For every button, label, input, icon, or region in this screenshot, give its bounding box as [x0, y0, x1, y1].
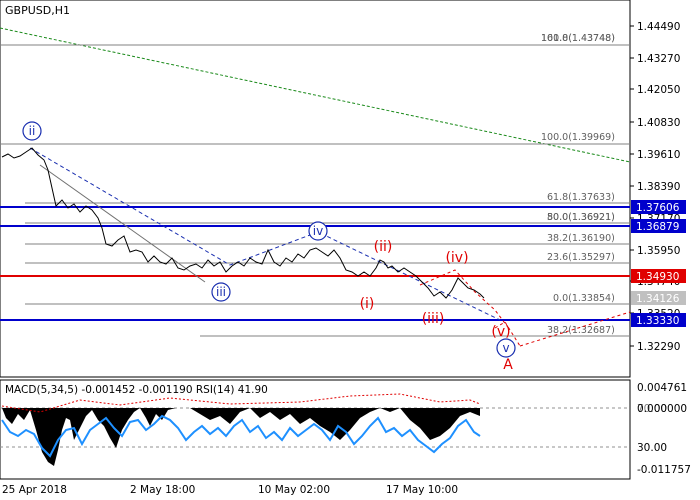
price-tick: 1.42050 — [637, 84, 680, 96]
fibo-label-618: 61.8(1.37633) — [547, 192, 615, 203]
price-tick: 1.35950 — [637, 245, 680, 257]
time-label: 17 May 10:00 — [386, 484, 458, 496]
fibo-label-236: 23.6(1.35297) — [547, 252, 615, 263]
chart-window: 161.8(1.43748) 100.0(1.43748) 100.0(1.39… — [0, 0, 700, 500]
wave-v-label: v — [502, 341, 509, 355]
price-tag-2: 1.36879 — [636, 221, 679, 233]
price-tick: 1.38390 — [637, 181, 680, 193]
indicator-label: MACD(5,34,5) -0.001452 -0.001190 RSI(14)… — [5, 384, 268, 396]
wave-v-red: (v) — [491, 324, 510, 340]
price-tag-3: 1.33330 — [636, 315, 679, 327]
wave-ii-label: ii — [29, 124, 36, 138]
fibo-label-500-b: 80.0(1.36921) — [547, 212, 615, 223]
wave-i-red: (i) — [360, 296, 375, 312]
price-tick: 1.40830 — [637, 117, 680, 129]
time-label: 2 May 18:00 — [130, 484, 195, 496]
price-tick: 1.39610 — [637, 149, 680, 161]
symbol-label: GBPUSD,H1 — [5, 4, 70, 17]
time-axis: 25 Apr 2018 2 May 18:00 10 May 02:00 17 … — [2, 484, 458, 496]
indicator-tick: 0.000000 — [637, 403, 687, 415]
time-label: 25 Apr 2018 — [2, 484, 67, 496]
indicator-tick: -0.011757 — [637, 464, 691, 476]
price-tick: 1.43270 — [637, 53, 680, 65]
wave-iii-label: iii — [216, 285, 226, 299]
indicator-axis: 0.004761 70.00 0.000000 30.00 -0.011757 — [637, 382, 691, 476]
chart-canvas[interactable]: 161.8(1.43748) 100.0(1.43748) 100.0(1.39… — [0, 0, 700, 500]
wave-iii-red: (iii) — [422, 311, 445, 327]
wave-a-label: A — [503, 357, 513, 373]
fibo-label-100: 100.0(1.39969) — [541, 132, 615, 143]
fibo-label-000: 0.0(1.33854) — [553, 293, 615, 304]
indicator-tick: 30.00 — [637, 442, 667, 454]
fibo-label-top-under: 100.0(1.43748) — [541, 33, 615, 44]
wave-iv-label: iv — [313, 224, 323, 238]
price-tag-red: 1.34930 — [636, 271, 679, 283]
price-tick: 1.32290 — [637, 341, 680, 353]
price-tick: 1.44490 — [637, 21, 680, 33]
fibo-label-382: 38.2(1.36190) — [547, 233, 615, 244]
price-tag-1: 1.37606 — [636, 202, 680, 214]
indicator-tick: 0.004761 — [637, 382, 687, 394]
price-tag-current: 1.34126 — [636, 293, 680, 305]
time-label: 10 May 02:00 — [258, 484, 330, 496]
wave-ii-red: (ii) — [374, 239, 393, 255]
wave-iv-red: (iv) — [445, 250, 468, 266]
